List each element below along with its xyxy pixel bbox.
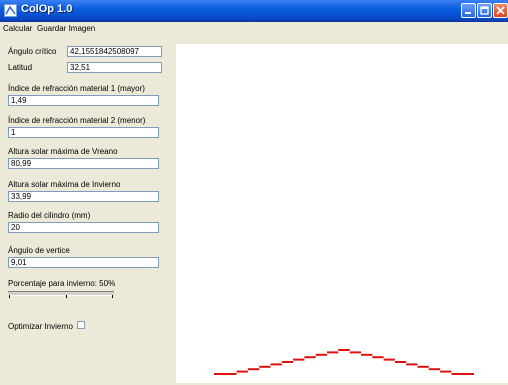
refraction-2-label: Índice de refracción material 2 (menor) bbox=[8, 116, 146, 125]
close-button[interactable] bbox=[493, 3, 508, 18]
slider-tick bbox=[9, 295, 10, 298]
refraction-2-field[interactable]: 1 bbox=[8, 127, 159, 138]
menu-bar: Calcular Guardar Imagen bbox=[0, 22, 508, 36]
vertex-angle-field[interactable]: 9,01 bbox=[8, 257, 159, 268]
vertex-angle-label: Ángulo de vertice bbox=[8, 246, 70, 255]
optimize-winter-checkbox[interactable] bbox=[77, 321, 85, 329]
slider-tick bbox=[66, 295, 67, 298]
menu-calcular[interactable]: Calcular bbox=[3, 24, 32, 33]
optimize-winter-label: Optimizar Invierno bbox=[8, 322, 73, 331]
minimize-button[interactable] bbox=[461, 3, 476, 18]
summer-height-field[interactable]: 80,99 bbox=[8, 158, 159, 169]
minimize-icon bbox=[465, 12, 471, 14]
radius-field[interactable]: 20 bbox=[8, 222, 159, 233]
close-icon bbox=[496, 6, 505, 15]
profile-chart bbox=[214, 349, 474, 375]
winter-percent-label: Porcentaje para invierno: 50% bbox=[8, 279, 116, 288]
latitude-field[interactable]: 32,51 bbox=[67, 62, 162, 73]
winter-height-field[interactable]: 33,99 bbox=[8, 191, 159, 202]
window-title: ColOp 1.0 bbox=[21, 3, 73, 15]
radius-label: Radio del cilindro (mm) bbox=[8, 211, 91, 220]
app-icon bbox=[4, 4, 17, 17]
critical-angle-label: Ángulo crítico bbox=[8, 47, 57, 56]
critical-angle-field[interactable]: 42,1551842508097 bbox=[67, 46, 162, 57]
maximize-button[interactable] bbox=[477, 3, 492, 18]
summer-height-label: Altura solar máxima de Vreano bbox=[8, 147, 118, 156]
refraction-1-label: Índice de refracción material 1 (mayor) bbox=[8, 84, 145, 93]
title-bar[interactable]: ColOp 1.0 bbox=[0, 0, 508, 22]
winter-height-label: Altura solar máxima de Invierno bbox=[8, 180, 121, 189]
profile-canvas bbox=[176, 44, 508, 383]
latitude-label: Latitud bbox=[8, 63, 33, 72]
winter-percent-slider[interactable] bbox=[8, 291, 114, 296]
slider-tick bbox=[112, 295, 113, 298]
maximize-icon bbox=[480, 6, 489, 15]
refraction-1-field[interactable]: 1,49 bbox=[8, 95, 159, 106]
menu-guardar-imagen[interactable]: Guardar Imagen bbox=[37, 24, 95, 33]
